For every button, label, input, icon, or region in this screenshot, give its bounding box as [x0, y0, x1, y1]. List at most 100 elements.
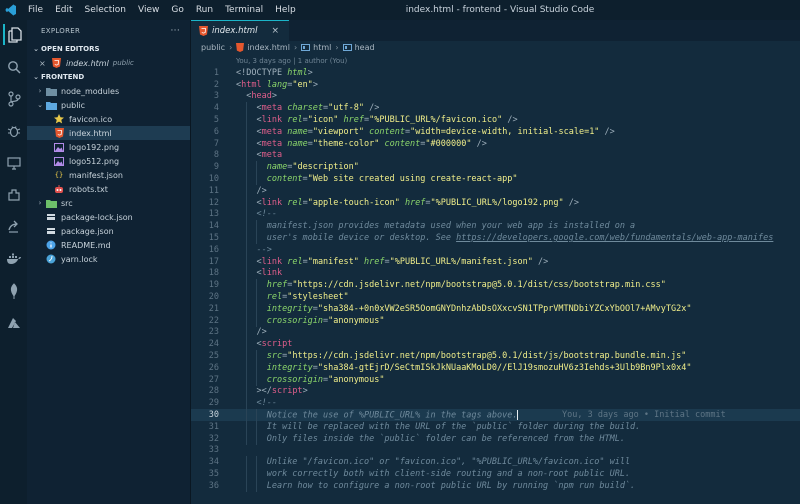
code-line[interactable]: 6 <meta name="viewport" content="width=d…: [191, 125, 800, 138]
explorer-sidebar: EXPLORER ··· ⌄ OPEN EDITORS × index.html…: [27, 20, 191, 504]
source-control-icon[interactable]: [3, 88, 24, 109]
tree-item-index-html[interactable]: index.html: [27, 126, 190, 140]
tree-item-package-lock-json[interactable]: package-lock.json: [27, 210, 190, 224]
code-token: name: [266, 162, 288, 173]
debug-icon[interactable]: [3, 120, 24, 141]
code-line[interactable]: 8 <meta: [191, 149, 800, 162]
code-token: name: [282, 138, 308, 149]
tree-item-package-json[interactable]: package.json: [27, 224, 190, 238]
code-line[interactable]: 18 <link: [191, 267, 800, 280]
live-share-icon[interactable]: [3, 216, 24, 237]
chevron-down-icon[interactable]: ⌄: [35, 101, 45, 109]
open-editor-folder: public: [112, 59, 134, 67]
code-line[interactable]: 34 Unlike "/favicon.ico" or "favicon.ico…: [191, 456, 800, 469]
chevron-right-icon[interactable]: ›: [35, 87, 45, 95]
code-token: >: [271, 91, 277, 102]
tree-item-public[interactable]: ⌄ public: [27, 98, 190, 112]
tree-item-logo192-png[interactable]: logo192.png: [27, 140, 190, 154]
code-line[interactable]: 26 integrity="sha384-gtEjrD/SeCtmISkJkNU…: [191, 361, 800, 374]
code-line[interactable]: 14 manifest.json provides metadata used …: [191, 220, 800, 233]
tree-item-favicon-ico[interactable]: favicon.ico: [27, 112, 190, 126]
code-line[interactable]: 30 Notice the use of %PUBLIC_URL% in the…: [191, 409, 800, 421]
menu-terminal[interactable]: Terminal: [219, 0, 269, 20]
tab-label: index.html: [212, 26, 258, 36]
code-line[interactable]: 36 Learn how to configure a non-root pub…: [191, 479, 800, 492]
mongodb-icon[interactable]: [3, 280, 24, 301]
folder-icon: [45, 198, 57, 208]
code-line[interactable]: 19 href="https://cdn.jsdelivr.net/npm/bo…: [191, 279, 800, 292]
code-line[interactable]: 27 crossorigin="anonymous": [191, 373, 800, 386]
tree-item-readme-md[interactable]: README.md: [27, 238, 190, 252]
code-line[interactable]: 16 -->: [191, 243, 800, 256]
docker-icon[interactable]: [3, 248, 24, 269]
code-line[interactable]: 15 user's mobile device or desktop. See …: [191, 232, 800, 244]
tree-item-label: favicon.ico: [69, 114, 113, 124]
code-token: "sha384-+0n0xVW2eSR5OomGNYDnhzAbDsOXxcvS…: [317, 303, 692, 314]
tree-item-robots-txt[interactable]: robots.txt: [27, 182, 190, 196]
tab-index-html[interactable]: index.html ×: [191, 20, 290, 41]
more-actions-button[interactable]: ···: [171, 26, 180, 36]
tree-item-yarn-lock[interactable]: yarn.lock: [27, 252, 190, 266]
code-line[interactable]: 12 <link rel="apple-touch-icon" href="%P…: [191, 196, 800, 209]
code-line[interactable]: 5 <link rel="icon" href="%PUBLIC_URL%/fa…: [191, 114, 800, 126]
code-line[interactable]: 35 work correctly both with client-side …: [191, 468, 800, 480]
codelens-authors[interactable]: You, 3 days ago | 1 author (You): [191, 54, 800, 67]
code-token: <!--: [256, 209, 277, 220]
close-icon[interactable]: ×: [39, 59, 47, 68]
code-line[interactable]: 1 <!DOCTYPE html>: [191, 67, 800, 79]
code-line[interactable]: 2 <html lang="en">: [191, 79, 800, 91]
breadcrumb-public[interactable]: public: [201, 43, 225, 52]
code-line[interactable]: 7 <meta name="theme-color" content="#000…: [191, 137, 800, 150]
breadcrumb-head[interactable]: head: [355, 43, 375, 52]
search-icon[interactable]: [3, 56, 24, 77]
tree-item-node-modules[interactable]: › node_modules: [27, 84, 190, 98]
menu-selection[interactable]: Selection: [79, 0, 132, 20]
code-line[interactable]: 22 crossorigin="anonymous": [191, 314, 800, 327]
code-token: meta: [261, 138, 283, 149]
code-token: crossorigin: [266, 374, 324, 385]
files-icon[interactable]: [3, 24, 24, 45]
menu-file[interactable]: File: [22, 0, 49, 20]
code-text: href="https://cdn.jsdelivr.net/npm/boots…: [236, 280, 666, 290]
menu-go[interactable]: Go: [165, 0, 189, 20]
code-line[interactable]: 31 It will be replaced with the URL of t…: [191, 420, 800, 433]
code-line[interactable]: 21 integrity="sha384-+0n0xVW2eSR5OomGNYD…: [191, 302, 800, 315]
code-line[interactable]: 24 <script: [191, 338, 800, 351]
tree-item-manifest-json[interactable]: {} manifest.json: [27, 168, 190, 182]
tree-item-src[interactable]: › src: [27, 196, 190, 210]
code-line[interactable]: 33: [191, 445, 800, 457]
code-line[interactable]: 32 Only files inside the `public` folder…: [191, 432, 800, 445]
code-line[interactable]: 3 <head>: [191, 91, 800, 103]
extensions-icon[interactable]: [3, 184, 24, 205]
menu-run[interactable]: Run: [190, 0, 219, 20]
breadcrumb-file[interactable]: index.html: [247, 43, 290, 52]
menu-edit[interactable]: Edit: [49, 0, 78, 20]
code-line[interactable]: 9 name="description": [191, 161, 800, 174]
remote-explorer-icon[interactable]: [3, 152, 24, 173]
code-line[interactable]: 13 <!--: [191, 208, 800, 221]
code-line[interactable]: 4 <meta charset="utf-8" />: [191, 102, 800, 115]
menu-view[interactable]: View: [132, 0, 165, 20]
close-tab-icon[interactable]: ×: [271, 26, 279, 36]
code-text: user's mobile device or desktop. See htt…: [236, 233, 774, 243]
project-section[interactable]: ⌄ FRONTEND: [27, 70, 190, 84]
tree-item-logo512-png[interactable]: logo512.png: [27, 154, 190, 168]
menu-help[interactable]: Help: [269, 0, 302, 20]
code-editor[interactable]: 1 <!DOCTYPE html> 2 <html lang="en"> 3 <head…: [191, 67, 800, 492]
code-token: "width=device-width, initial-scale=1": [410, 126, 600, 137]
code-line[interactable]: 28 ></script>: [191, 385, 800, 398]
code-line[interactable]: 23 />: [191, 326, 800, 339]
open-editors-section[interactable]: ⌄ OPEN EDITORS: [27, 42, 190, 56]
code-line[interactable]: 25 src="https://cdn.jsdelivr.net/npm/boo…: [191, 350, 800, 362]
code-token: rel: [266, 292, 283, 303]
code-line[interactable]: 29 <!--: [191, 397, 800, 410]
code-text: integrity="sha384-gtEjrD/SeCtmISkJkNUaaK…: [236, 363, 692, 373]
azure-icon[interactable]: [3, 312, 24, 333]
open-editor-item[interactable]: × index.html public: [27, 56, 190, 70]
chevron-right-icon[interactable]: ›: [35, 199, 45, 207]
breadcrumb-html[interactable]: html: [313, 43, 331, 52]
code-line[interactable]: 11 />: [191, 184, 800, 197]
code-line[interactable]: 20 rel="stylesheet": [191, 291, 800, 303]
code-line[interactable]: 10 content="Web site created using creat…: [191, 173, 800, 185]
code-line[interactable]: 17 <link rel="manifest" href="%PUBLIC_UR…: [191, 255, 800, 268]
